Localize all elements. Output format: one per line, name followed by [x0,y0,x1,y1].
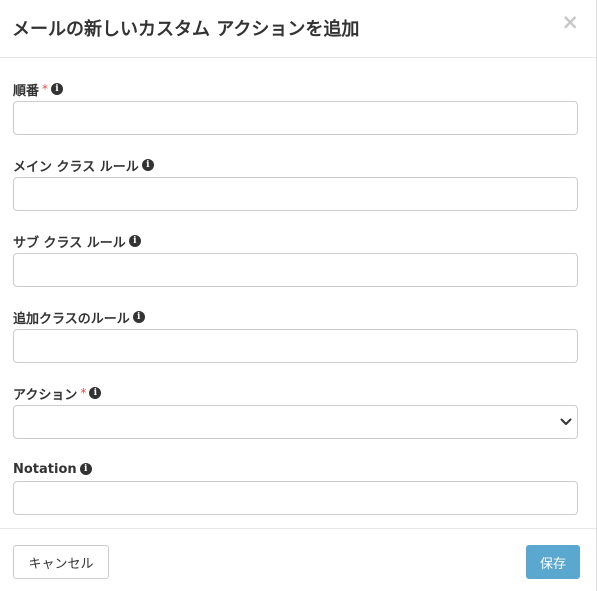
notation-input[interactable] [13,481,578,515]
close-icon[interactable]: × [561,12,579,33]
dialog-header: メールの新しいカスタム アクションを追加 × [0,0,596,58]
order-label: 順番 * i [13,80,578,99]
sub-class-rule-label: サブ クラス ルール i [13,232,578,251]
main-class-rule-field-group: メイン クラス ルール i [13,156,578,211]
main-class-rule-input[interactable] [13,177,578,211]
sub-class-rule-field-group: サブ クラス ルール i [13,232,578,287]
additional-class-rule-field-group: 追加クラスのルール i [13,308,578,363]
action-label: アクション * i [13,384,578,403]
action-select-wrapper [13,405,578,439]
action-label-text: アクション [13,387,78,403]
action-select[interactable] [13,405,578,439]
additional-class-rule-label-text: 追加クラスのルール [13,311,130,327]
additional-class-rule-input[interactable] [13,329,578,363]
order-label-text: 順番 [13,83,40,99]
required-mark: * [42,82,49,96]
sub-class-rule-input[interactable] [13,253,578,287]
dialog-title: メールの新しいカスタム アクションを追加 [12,19,360,40]
order-input[interactable] [13,101,578,135]
notation-label-text: Notation [13,461,77,477]
info-icon[interactable]: i [128,235,141,247]
info-icon[interactable]: i [132,311,145,323]
info-icon[interactable]: i [89,387,102,399]
dialog-body: 順番 * i メイン クラス ルール i サブ クラス ルール i 追加クラスの… [0,58,596,528]
required-mark: * [80,386,87,400]
action-field-group: アクション * i [13,384,578,439]
info-icon[interactable]: i [51,83,64,95]
dialog-footer: キャンセル 保存 [0,528,596,591]
main-class-rule-label-text: メイン クラス ルール [13,159,139,175]
notation-field-group: Notation i [13,460,578,515]
order-field-group: 順番 * i [13,80,578,135]
info-icon[interactable]: i [79,463,92,475]
notation-label: Notation i [13,460,578,478]
main-class-rule-label: メイン クラス ルール i [13,156,578,175]
additional-class-rule-label: 追加クラスのルール i [13,308,578,327]
add-custom-action-dialog: メールの新しいカスタム アクションを追加 × 順番 * i メイン クラス ルー… [0,0,597,591]
info-icon[interactable]: i [141,159,154,171]
save-button[interactable]: 保存 [526,545,580,579]
sub-class-rule-label-text: サブ クラス ルール [13,235,126,251]
cancel-button[interactable]: キャンセル [13,545,109,579]
